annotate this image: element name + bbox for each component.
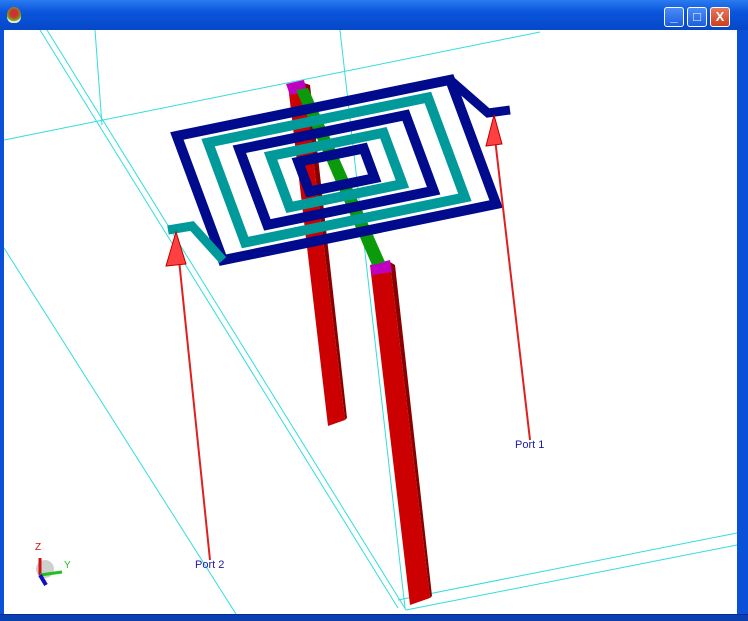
port-1-cone-icon: [485, 113, 503, 147]
port-1-label: Port 1: [515, 439, 545, 451]
port-1[interactable]: [485, 113, 531, 441]
application-window: _ □ X Port 1 Port 2 Z Y: [0, 0, 748, 621]
minimize-button[interactable]: _: [664, 7, 684, 27]
port-2-label: Port 2: [195, 559, 225, 571]
window-bottom-border: [0, 614, 748, 621]
port-2[interactable]: [165, 230, 211, 561]
axis-triad: [36, 558, 63, 587]
3d-scene[interactable]: [3, 29, 738, 615]
title-bar[interactable]: _ □ X: [0, 0, 748, 30]
maximize-button[interactable]: □: [687, 7, 707, 27]
app-icon[interactable]: [7, 7, 21, 23]
z-axis-label: Z: [35, 542, 42, 553]
3d-viewport[interactable]: Port 1 Port 2 Z Y: [3, 29, 738, 615]
y-axis-label: Y: [64, 560, 71, 571]
close-button[interactable]: X: [710, 7, 730, 27]
